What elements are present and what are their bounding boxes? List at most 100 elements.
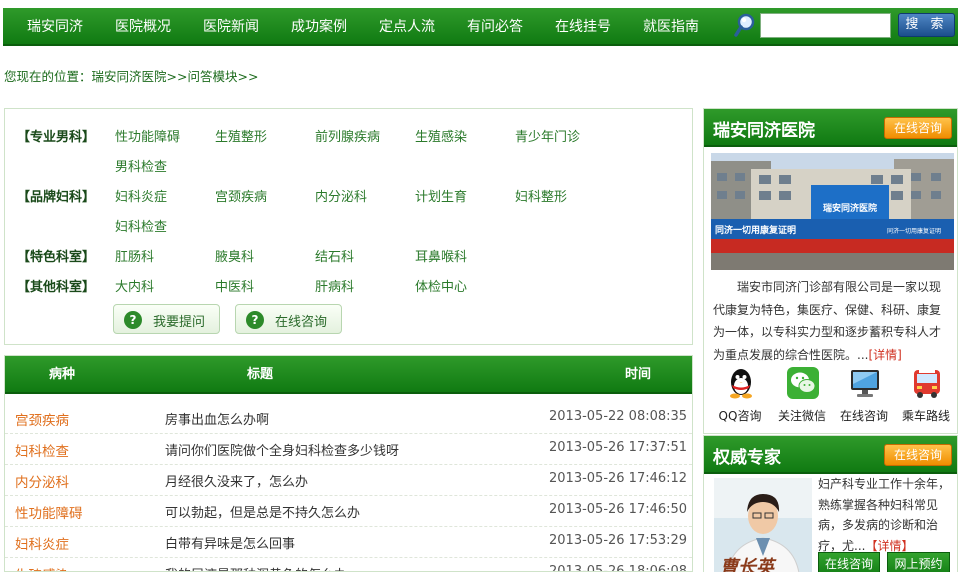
qa-category[interactable]: 生殖感染 bbox=[15, 564, 69, 571]
qq-consult-link[interactable]: QQ咨询 bbox=[709, 367, 771, 427]
online-consult-button[interactable]: ? 在线咨询 bbox=[235, 304, 342, 334]
nav-item-abortion[interactable]: 定点人流 bbox=[379, 8, 435, 46]
dept-link[interactable]: 肛肠科 bbox=[115, 246, 154, 265]
department-panel: 【专业男科】 性功能障碍 生殖整形 前列腺疾病 生殖感染 青少年门诊 男科检查 … bbox=[4, 108, 693, 345]
monitor-icon bbox=[851, 370, 879, 397]
experts-panel: 权威专家 在线咨询 曹长英 妇产科专业工作十余年，熟练掌握各种妇科常见病，多发病… bbox=[703, 435, 958, 572]
wechat-follow-link[interactable]: 关注微信 bbox=[771, 367, 833, 427]
dept-link[interactable]: 宫颈疾病 bbox=[215, 186, 267, 205]
online-consult-link[interactable]: 在线咨询 bbox=[833, 367, 895, 427]
qa-category[interactable]: 内分泌科 bbox=[15, 471, 69, 491]
qa-table-header: 病种 标题 时间 bbox=[5, 356, 692, 394]
qa-title[interactable]: 白带有异味是怎么回事 bbox=[165, 533, 295, 552]
hospital-intro-text: 瑞安市同济门诊部有限公司是一家以现代康复为特色，集医疗、保健、科研、康复为一体，… bbox=[713, 280, 942, 362]
qa-title[interactable]: 请问你们医院做个全身妇科检查多少钱呀 bbox=[165, 440, 399, 459]
bus-icon bbox=[914, 370, 940, 398]
qa-time: 2013-05-22 08:08:35 bbox=[549, 409, 688, 424]
dept-link[interactable]: 妇科整形 bbox=[515, 186, 567, 205]
qa-category[interactable]: 妇科检查 bbox=[15, 440, 69, 460]
dept-link[interactable]: 前列腺疾病 bbox=[315, 126, 380, 145]
qa-time: 2013-05-26 18:06:08 bbox=[549, 564, 688, 572]
table-row[interactable]: 妇科检查 请问你们医院做个全身妇科检查多少钱呀 2013-05-26 17:37… bbox=[5, 434, 692, 465]
dept-link[interactable]: 妇科炎症 bbox=[115, 186, 167, 205]
hospital-panel-title: 瑞安同济医院 bbox=[713, 121, 815, 141]
nav-item-register[interactable]: 在线挂号 bbox=[555, 8, 611, 46]
table-row[interactable]: 妇科炎症 白带有异味是怎么回事 2013-05-26 17:53:29 bbox=[5, 527, 692, 558]
qa-title[interactable]: 房事出血怎么办啊 bbox=[165, 409, 269, 428]
table-row[interactable]: 内分泌科 月经很久没来了，怎么办 2013-05-26 17:46:12 bbox=[5, 465, 692, 496]
nav-item-overview[interactable]: 医院概况 bbox=[115, 8, 171, 46]
qq-consult-label: QQ咨询 bbox=[718, 409, 762, 423]
qa-header-category: 病种 bbox=[49, 367, 76, 382]
dept-link[interactable]: 中医科 bbox=[215, 276, 254, 295]
table-row[interactable]: 宫颈疾病 房事出血怎么办啊 2013-05-22 08:08:35 bbox=[5, 403, 692, 434]
dept-link[interactable]: 体检中心 bbox=[415, 276, 467, 295]
doctor-bio-more-link[interactable]: 【详情】 bbox=[865, 539, 913, 553]
question-icon: ? bbox=[246, 311, 264, 329]
qa-category[interactable]: 性功能障碍 bbox=[15, 502, 83, 522]
hospital-banner-text-right: 同济一切用康复证明 bbox=[887, 227, 941, 235]
doctor-bio-ellipsis: ... bbox=[854, 538, 866, 553]
dept-link[interactable]: 生殖感染 bbox=[415, 126, 467, 145]
qa-title[interactable]: 月经很久没来了，怎么办 bbox=[165, 471, 308, 490]
hospital-consult-button[interactable]: 在线咨询 bbox=[884, 117, 952, 139]
breadcrumb-current-link[interactable]: 问答模块 bbox=[187, 69, 237, 84]
dept-link[interactable]: 妇科检查 bbox=[115, 216, 167, 235]
dept-link[interactable]: 内分泌科 bbox=[315, 186, 367, 205]
dept-label-special: 【特色科室】 bbox=[17, 250, 96, 265]
magnifier-icon bbox=[734, 13, 755, 37]
qa-time: 2013-05-26 17:46:50 bbox=[549, 502, 688, 517]
ask-question-button[interactable]: ? 我要提问 bbox=[113, 304, 220, 334]
top-strip bbox=[0, 0, 958, 6]
hospital-sign-text: 瑞安同济医院 bbox=[823, 202, 877, 214]
online-consult-label: 在线咨询 bbox=[839, 409, 888, 423]
qa-header-time: 时间 bbox=[625, 367, 652, 382]
doctor-photo: 曹长英 bbox=[714, 478, 812, 572]
search-input[interactable] bbox=[760, 13, 891, 38]
dept-link[interactable]: 腋臭科 bbox=[215, 246, 254, 265]
dept-link[interactable]: 大内科 bbox=[115, 276, 154, 295]
dept-label-gynecology: 【品牌妇科】 bbox=[17, 190, 96, 205]
qa-category[interactable]: 妇科炎症 bbox=[15, 533, 69, 553]
bus-route-link[interactable]: 乘车路线 bbox=[895, 367, 957, 427]
nav-item-guide[interactable]: 就医指南 bbox=[643, 8, 699, 46]
hospital-intro-ellipsis: ... bbox=[857, 347, 869, 362]
dept-link[interactable]: 结石科 bbox=[315, 246, 354, 265]
wechat-icon bbox=[787, 367, 819, 399]
expert-online-consult-button[interactable]: 在线咨询 bbox=[818, 552, 880, 572]
qa-time: 2013-05-26 17:53:29 bbox=[549, 533, 688, 548]
bus-route-label: 乘车路线 bbox=[901, 409, 950, 423]
nav-item-home[interactable]: 瑞安同济 bbox=[27, 8, 83, 46]
experts-consult-button[interactable]: 在线咨询 bbox=[884, 444, 952, 466]
table-row[interactable]: 生殖感染 我的尿液是那种浑黄色的怎么办 2013-05-26 18:06:08 bbox=[5, 558, 692, 572]
qa-table: 病种 标题 时间 宫颈疾病 房事出血怎么办啊 2013-05-22 08:08:… bbox=[4, 355, 693, 572]
qa-title[interactable]: 可以勃起，但是总是不持久怎么办 bbox=[165, 502, 360, 521]
experts-panel-title: 权威专家 bbox=[713, 448, 781, 468]
nav-item-news[interactable]: 医院新闻 bbox=[203, 8, 259, 46]
qa-title[interactable]: 我的尿液是那种浑黄色的怎么办 bbox=[165, 564, 347, 571]
qa-time: 2013-05-26 17:37:51 bbox=[549, 440, 688, 455]
online-consult-label: 在线咨询 bbox=[275, 315, 328, 330]
dept-link[interactable]: 肝病科 bbox=[315, 276, 354, 295]
dept-label-other: 【其他科室】 bbox=[17, 280, 96, 295]
search-button[interactable]: 搜 索 bbox=[898, 13, 955, 37]
table-row[interactable]: 性功能障碍 可以勃起，但是总是不持久怎么办 2013-05-26 17:46:5… bbox=[5, 496, 692, 527]
dept-link[interactable]: 计划生育 bbox=[415, 186, 467, 205]
dept-link[interactable]: 男科检查 bbox=[115, 156, 167, 175]
breadcrumb-home-link[interactable]: 瑞安同济医院 bbox=[92, 69, 167, 84]
qa-category[interactable]: 宫颈疾病 bbox=[15, 409, 69, 429]
expert-booking-button[interactable]: 网上预约 bbox=[887, 552, 950, 572]
dept-link[interactable]: 生殖整形 bbox=[215, 126, 267, 145]
dept-link[interactable]: 青少年门诊 bbox=[515, 126, 580, 145]
wechat-follow-label: 关注微信 bbox=[777, 409, 826, 423]
dept-link[interactable]: 耳鼻喉科 bbox=[415, 246, 467, 265]
breadcrumb: 您现在的位置：瑞安同济医院>>问答模块>> bbox=[4, 66, 258, 84]
breadcrumb-separator: >> bbox=[166, 69, 188, 84]
nav-item-qa[interactable]: 有问必答 bbox=[467, 8, 523, 46]
hospital-panel-header: 瑞安同济医院 在线咨询 bbox=[704, 109, 957, 147]
hospital-banner-text-left: 同济一切用康复证明 bbox=[715, 224, 796, 236]
nav-item-cases[interactable]: 成功案例 bbox=[291, 8, 347, 46]
dept-link[interactable]: 性功能障碍 bbox=[115, 126, 180, 145]
dept-label-andrology: 【专业男科】 bbox=[17, 130, 96, 145]
hospital-intro-more-link[interactable]: [详情] bbox=[868, 348, 901, 362]
